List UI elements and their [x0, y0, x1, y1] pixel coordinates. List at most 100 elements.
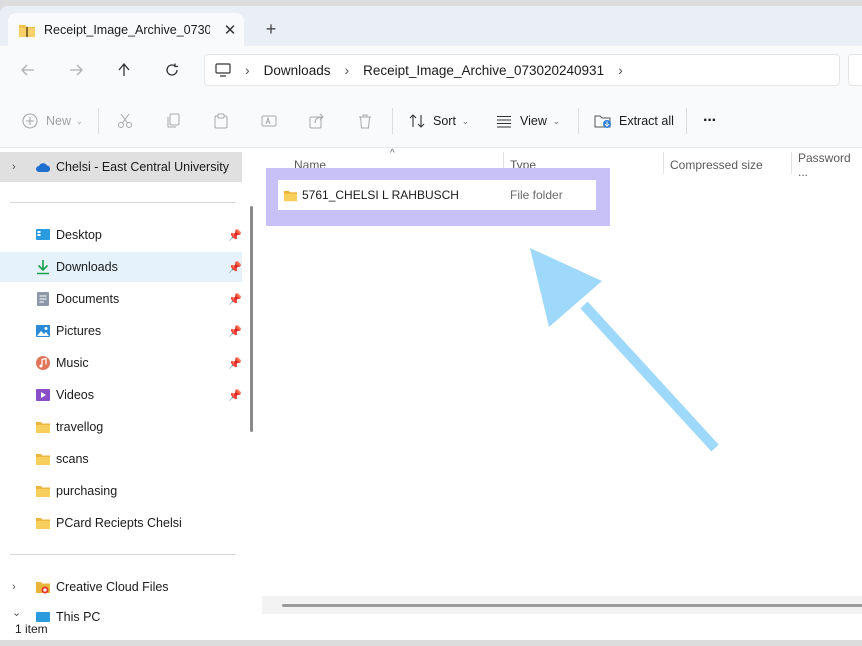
sidebar-item-pcard[interactable]: PCard Reciepts Chelsi	[0, 508, 242, 538]
pin-icon[interactable]: 📌	[228, 325, 242, 338]
back-arrow-icon[interactable]	[16, 59, 40, 81]
sidebar-item-videos[interactable]: Videos 📌	[0, 380, 242, 410]
clipboard-icon	[214, 113, 228, 129]
delete-button[interactable]	[357, 111, 373, 131]
scissors-icon	[118, 113, 132, 128]
column-header-compressed-size[interactable]: Compressed size	[670, 154, 763, 176]
up-arrow-icon[interactable]	[112, 59, 136, 81]
share-button[interactable]	[309, 111, 325, 131]
document-icon	[37, 292, 49, 306]
sidebar-item-label: This PC	[56, 610, 101, 622]
chevron-right-icon[interactable]: ›	[12, 581, 16, 593]
rename-button[interactable]	[261, 111, 277, 131]
computer-icon	[36, 612, 50, 622]
sort-icon	[409, 114, 425, 128]
sidebar-item-creative-cloud[interactable]: › Creative Cloud Files	[0, 572, 242, 602]
music-icon	[36, 356, 50, 370]
forward-arrow-icon[interactable]	[64, 59, 88, 81]
command-bar: New ⌄ Sort ⌄ View ⌄ Extract all ···	[0, 94, 862, 148]
more-options-icon[interactable]: ···	[703, 111, 717, 131]
sidebar-item-scans[interactable]: scans	[0, 444, 242, 474]
folder-icon	[36, 518, 50, 529]
sidebar-item-purchasing[interactable]: purchasing	[0, 476, 242, 506]
cloud-icon	[36, 163, 51, 172]
sidebar-item-label: Creative Cloud Files	[56, 580, 169, 594]
cut-button[interactable]	[117, 111, 133, 131]
pin-icon[interactable]: 📌	[228, 229, 242, 242]
sort-button[interactable]: Sort ⌄	[409, 111, 469, 131]
address-bar[interactable]: › Downloads › Receipt_Image_Archive_0730…	[204, 54, 840, 86]
chevron-down-icon[interactable]: ⌄	[12, 606, 21, 619]
view-icon	[497, 115, 511, 128]
monitor-icon	[215, 63, 231, 77]
breadcrumb-archive[interactable]: Receipt_Image_Archive_073020240931	[363, 63, 604, 78]
column-divider[interactable]	[791, 152, 792, 174]
chevron-down-icon: ⌄	[552, 116, 560, 126]
trash-icon	[359, 114, 371, 129]
sort-ascending-icon: ^	[390, 148, 395, 159]
sidebar-item-label: Music	[56, 356, 89, 370]
sidebar-item-label: Videos	[56, 388, 94, 402]
pin-icon[interactable]: 📌	[228, 357, 242, 370]
status-bar: 1 item	[0, 622, 862, 640]
tab-title: Receipt_Image_Archive_073020240931	[44, 22, 210, 37]
toolbar-divider	[686, 108, 687, 134]
toolbar-divider	[578, 108, 579, 134]
folder-zip-icon	[19, 24, 35, 37]
breadcrumb-chevron-icon[interactable]: ›	[245, 62, 250, 78]
pin-icon[interactable]: 📌	[228, 293, 242, 306]
copy-button[interactable]	[165, 111, 181, 131]
close-tab-icon[interactable]: ✕	[222, 21, 238, 39]
item-count: 1 item	[15, 622, 48, 636]
column-header-password[interactable]: Password ...	[798, 151, 862, 179]
sidebar-item-label: Desktop	[56, 228, 102, 242]
sidebar-item-onedrive[interactable]: › Chelsi - East Central University	[0, 152, 242, 182]
sidebar-scrollbar[interactable]	[250, 206, 253, 432]
sidebar-item-label: PCard Reciepts Chelsi	[56, 516, 182, 530]
copy-icon	[167, 113, 180, 128]
pin-icon[interactable]: 📌	[228, 389, 242, 402]
folder-icon	[36, 422, 50, 433]
extract-all-label: Extract all	[619, 114, 674, 128]
view-button[interactable]: View ⌄	[496, 111, 560, 131]
folder-icon	[36, 486, 50, 497]
file-name: 5761_CHELSI L RAHBUSCH	[302, 188, 459, 202]
toolbar-divider	[392, 108, 393, 134]
chevron-right-icon[interactable]: ›	[12, 161, 16, 173]
sidebar-divider	[10, 554, 236, 555]
refresh-icon[interactable]	[160, 59, 184, 81]
sidebar-item-label: Pictures	[56, 324, 102, 338]
sidebar-item-travellog[interactable]: travellog	[0, 412, 242, 442]
sidebar-item-this-pc[interactable]: ⌄ This PC	[0, 604, 242, 622]
tab-bar: Receipt_Image_Archive_073020240931 ✕ +	[0, 6, 862, 46]
horizontal-scrollbar[interactable]	[282, 604, 862, 607]
sidebar-item-music[interactable]: Music 📌	[0, 348, 242, 378]
breadcrumb-chevron-icon[interactable]: ›	[618, 62, 623, 78]
new-button[interactable]: New ⌄	[22, 111, 83, 131]
sidebar-item-downloads[interactable]: Downloads 📌	[0, 252, 242, 282]
navigation-bar: › Downloads › Receipt_Image_Archive_0730…	[0, 46, 862, 94]
sort-label: Sort	[433, 114, 456, 128]
list-item[interactable]: 5761_CHELSI L RAHBUSCH File folder	[278, 180, 596, 210]
search-box[interactable]	[848, 54, 862, 86]
pictures-icon	[36, 325, 50, 337]
extract-all-button[interactable]: Extract all	[594, 111, 674, 131]
file-explorer-window: Receipt_Image_Archive_073020240931 ✕ + ›…	[0, 6, 862, 640]
share-icon	[309, 113, 324, 129]
breadcrumb-downloads[interactable]: Downloads	[264, 63, 331, 78]
tab-receipt-archive[interactable]: Receipt_Image_Archive_073020240931 ✕	[8, 13, 244, 46]
sidebar-item-desktop[interactable]: Desktop 📌	[0, 220, 242, 250]
sidebar-item-label: scans	[56, 452, 89, 466]
folder-icon	[283, 190, 298, 201]
sidebar-item-label: Chelsi - East Central University	[56, 160, 229, 174]
rename-icon	[261, 115, 277, 127]
creative-cloud-icon	[36, 582, 50, 594]
sidebar-item-documents[interactable]: Documents 📌	[0, 284, 242, 314]
sidebar-item-pictures[interactable]: Pictures 📌	[0, 316, 242, 346]
new-tab-button[interactable]: +	[262, 20, 280, 38]
breadcrumb-chevron-icon[interactable]: ›	[344, 62, 349, 78]
paste-button[interactable]	[213, 111, 229, 131]
column-divider[interactable]	[663, 152, 664, 174]
extract-icon	[594, 115, 611, 128]
pin-icon[interactable]: 📌	[228, 261, 242, 274]
